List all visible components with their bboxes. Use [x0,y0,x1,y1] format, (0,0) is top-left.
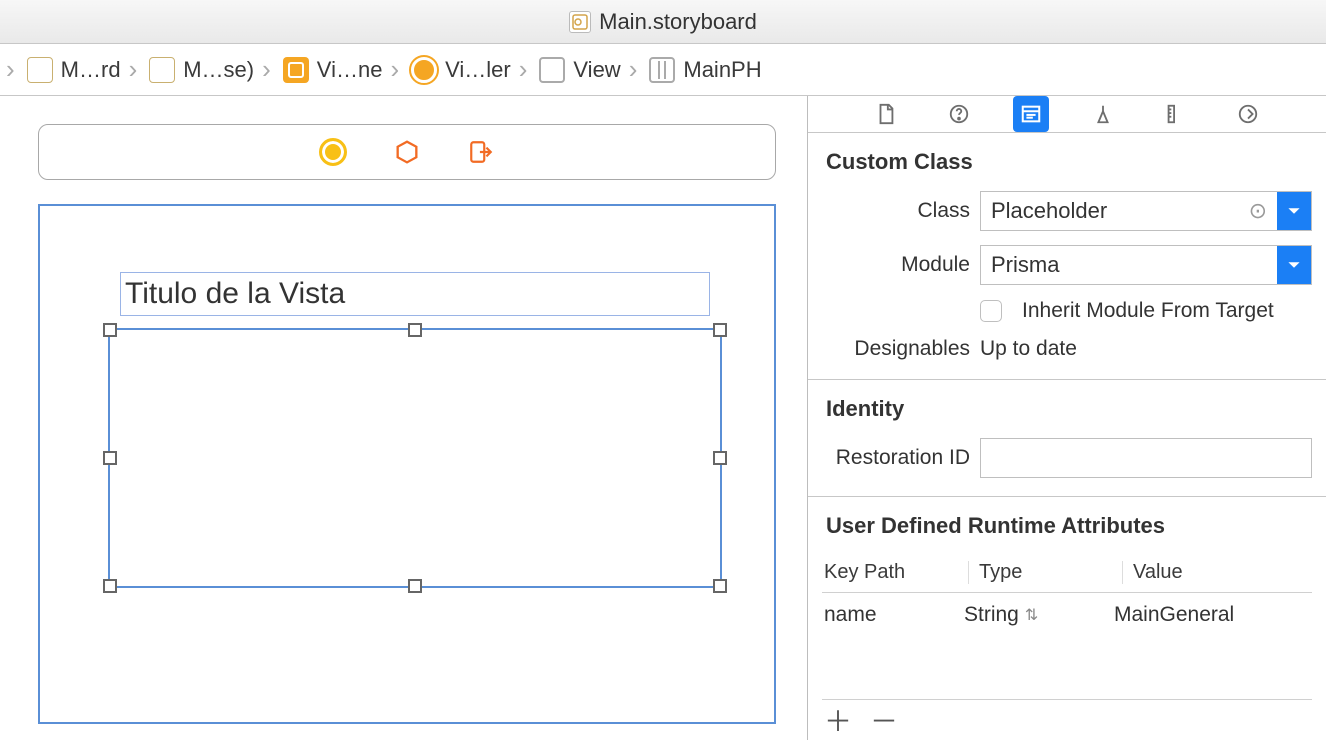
breadcrumb-1[interactable]: M…se) [139,44,260,95]
identity-section: Identity Restoration ID [808,380,1326,497]
designables-value: Up to date [980,337,1077,361]
identity-inspector-tab[interactable] [1013,96,1049,132]
breadcrumb-3[interactable]: Vi…ler [401,44,517,95]
restoration-id-input[interactable] [980,438,1312,478]
udra-header-row: Key Path Type Value [822,555,1312,593]
inherit-module-label: Inherit Module From Target [1022,299,1274,323]
custom-class-section: Custom Class Class Placeholder ⊙ Module … [808,133,1326,380]
scene-view[interactable]: Titulo de la Vista [38,204,776,724]
first-responder-icon[interactable]: 1 [392,137,422,167]
chevron-right-icon: › [127,54,140,85]
title-label[interactable]: Titulo de la Vista [120,272,710,316]
selected-view[interactable] [108,328,722,588]
breadcrumb-0[interactable]: M…rd [17,44,127,95]
jump-bar[interactable]: › M…rd › M…se) › Vi…ne › Vi…ler › View ›… [0,44,1326,96]
add-attribute-button[interactable]: ＋ [824,708,852,736]
section-title: User Defined Runtime Attributes [826,513,1312,539]
designables-label: Designables [822,337,970,361]
file-icon [27,57,53,83]
size-inspector-tab[interactable] [1157,96,1193,132]
module-combobox[interactable]: Prisma [980,245,1312,285]
svg-text:1: 1 [404,148,410,160]
resize-handle[interactable] [713,579,727,593]
clear-icon[interactable]: ⊙ [1249,198,1267,224]
udra-section: User Defined Runtime Attributes Key Path… [808,497,1326,740]
window-title: Main.storyboard [599,9,757,35]
chevron-right-icon: › [627,54,640,85]
connections-inspector-tab[interactable] [1230,96,1266,132]
exit-icon[interactable] [466,137,496,167]
chevron-right-icon: › [517,54,530,85]
scene-icon [283,57,309,83]
chevron-right-icon: › [260,54,273,85]
canvas[interactable]: 1 Titulo de la Vista [0,96,808,740]
resize-handle[interactable] [713,451,727,465]
window-titlebar: Main.storyboard [0,0,1326,44]
chevron-down-icon[interactable] [1277,246,1311,284]
remove-attribute-button[interactable]: － [870,708,898,736]
view-icon [539,57,565,83]
chevron-down-icon[interactable] [1277,192,1311,230]
breadcrumb-4[interactable]: View [529,44,626,95]
class-combobox[interactable]: Placeholder ⊙ [980,191,1312,231]
scene-toolbar: 1 [38,124,776,180]
restoration-id-label: Restoration ID [822,446,970,470]
section-title: Identity [826,396,1312,422]
sort-icon[interactable]: ⇅ [1019,605,1044,625]
file-inspector-tab[interactable] [868,96,904,132]
inspector-panel: Custom Class Class Placeholder ⊙ Module … [808,96,1326,740]
resize-handle[interactable] [103,451,117,465]
inherit-module-checkbox[interactable] [980,300,1002,322]
viewcontroller-icon[interactable] [318,137,348,167]
section-title: Custom Class [826,149,1312,175]
resize-handle[interactable] [408,323,422,337]
chevron-right-icon: › [388,54,401,85]
breadcrumb-2[interactable]: Vi…ne [273,44,389,95]
breadcrumb-5[interactable]: MainPH [639,44,767,95]
inspector-tabs [808,96,1326,133]
class-label: Class [822,199,970,223]
help-inspector-tab[interactable] [941,96,977,132]
chevron-right-icon: › [4,54,17,85]
module-label: Module [822,253,970,277]
viewcontroller-icon [411,57,437,83]
resize-handle[interactable] [103,323,117,337]
resize-handle[interactable] [103,579,117,593]
udra-row[interactable]: name String⇅ MainGeneral [822,593,1312,637]
attributes-inspector-tab[interactable] [1085,96,1121,132]
storyboard-file-icon [569,11,591,33]
stackview-icon [649,57,675,83]
resize-handle[interactable] [713,323,727,337]
resize-handle[interactable] [408,579,422,593]
file-icon [149,57,175,83]
